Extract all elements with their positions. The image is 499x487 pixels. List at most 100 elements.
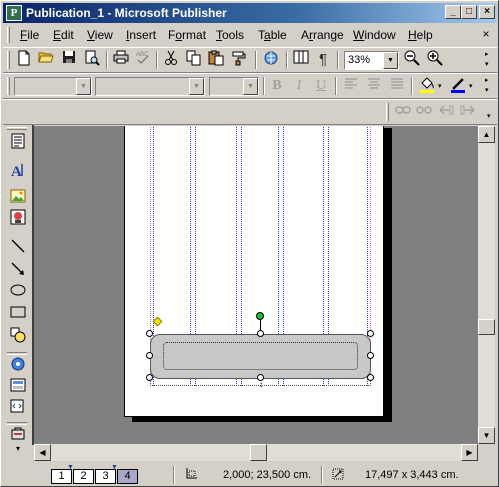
sizing-handle-top-left[interactable] bbox=[146, 330, 153, 337]
clip-art-icon[interactable] bbox=[8, 209, 28, 229]
horizontal-scrollbar[interactable]: ◀ ▶ bbox=[34, 444, 478, 461]
next-frame-icon[interactable] bbox=[458, 102, 478, 122]
menu-file[interactable]: File bbox=[20, 28, 39, 42]
rotation-handle[interactable] bbox=[256, 312, 264, 320]
line-tool-icon[interactable] bbox=[8, 238, 28, 258]
page-tab-4[interactable]: 4 bbox=[117, 469, 138, 484]
columns-icon[interactable] bbox=[291, 50, 311, 70]
scroll-left-icon[interactable]: ◀ bbox=[34, 444, 51, 461]
autoshapes-icon[interactable] bbox=[8, 327, 28, 347]
close-window-button[interactable]: × bbox=[479, 5, 495, 19]
maximize-button[interactable]: □ bbox=[461, 5, 477, 19]
copy-icon[interactable] bbox=[184, 50, 204, 70]
paste-icon[interactable] bbox=[206, 50, 226, 70]
sizing-handle-left[interactable] bbox=[146, 352, 153, 359]
horizontal-scroll-thumb[interactable] bbox=[250, 444, 267, 461]
print-icon[interactable] bbox=[111, 50, 131, 70]
save-icon[interactable] bbox=[59, 50, 79, 70]
sizing-handle-top[interactable] bbox=[257, 330, 264, 337]
style-select[interactable]: ▼ bbox=[14, 77, 92, 96]
scroll-up-icon[interactable]: ▲ bbox=[478, 126, 495, 143]
hot-spot-icon[interactable] bbox=[8, 356, 28, 376]
previous-frame-icon[interactable] bbox=[436, 102, 456, 122]
design-gallery-icon[interactable] bbox=[8, 426, 28, 446]
scroll-right-icon[interactable]: ▶ bbox=[461, 444, 478, 461]
vertical-scroll-thumb[interactable] bbox=[478, 319, 495, 335]
font-select[interactable]: ▼ bbox=[95, 77, 205, 96]
select-objects-icon[interactable] bbox=[8, 133, 28, 153]
menu-help[interactable]: Help bbox=[408, 28, 433, 42]
html-fragment-icon[interactable] bbox=[8, 398, 28, 418]
chevron-down-icon[interactable]: ▼ bbox=[383, 52, 398, 69]
toolbar-grip[interactable] bbox=[7, 77, 10, 95]
cut-icon[interactable] bbox=[161, 50, 181, 70]
align-left-icon[interactable] bbox=[341, 76, 361, 96]
italic-button[interactable]: I bbox=[289, 76, 309, 96]
font-size-select[interactable]: ▼ bbox=[209, 77, 259, 96]
toolbar-options-chevron-icon[interactable]: ▾ bbox=[485, 60, 489, 68]
more-buttons-icon[interactable]: ▾ bbox=[8, 444, 28, 456]
minimize-button[interactable]: _ bbox=[445, 5, 461, 19]
toolbar-options-chevron-icon[interactable]: ▾ bbox=[485, 86, 489, 94]
menu-arrange[interactable]: Arrange bbox=[301, 28, 344, 42]
justify-icon[interactable] bbox=[387, 76, 407, 96]
page-tab-3[interactable]: 3 bbox=[95, 469, 116, 484]
menubar-grip[interactable] bbox=[7, 27, 10, 43]
menu-window[interactable]: Window bbox=[353, 28, 396, 42]
publication-page[interactable]: ↕ bbox=[124, 126, 384, 417]
sizing-handle-bottom-left[interactable] bbox=[146, 374, 153, 381]
menu-table[interactable]: Table bbox=[258, 28, 287, 42]
underline-button[interactable]: U bbox=[311, 76, 331, 96]
rectangle-tool-icon[interactable] bbox=[8, 305, 28, 325]
toolbar-grip[interactable] bbox=[7, 51, 10, 69]
open-icon[interactable] bbox=[36, 50, 56, 70]
menu-edit[interactable]: Edit bbox=[53, 28, 74, 42]
page-tab-1[interactable]: 1 bbox=[51, 469, 72, 484]
sizing-handle-right[interactable] bbox=[367, 352, 374, 359]
title-bar[interactable]: P Publication_1 - Microsoft Publisher _ … bbox=[3, 3, 497, 23]
menu-insert[interactable]: Insert bbox=[126, 28, 156, 42]
menu-format[interactable]: Format bbox=[168, 28, 206, 42]
chevron-down-icon[interactable]: ▼ bbox=[76, 78, 91, 95]
format-painter-icon[interactable] bbox=[229, 50, 249, 70]
toolbar-options-icon[interactable]: ▸ bbox=[485, 76, 489, 84]
vertical-scrollbar[interactable]: ▲ ▼ bbox=[478, 126, 495, 444]
publication-workspace[interactable]: ↕ bbox=[34, 126, 478, 444]
pilcrow-icon[interactable]: ¶ bbox=[313, 50, 333, 70]
toolbar-grip[interactable] bbox=[7, 127, 27, 130]
create-link-icon[interactable] bbox=[393, 102, 413, 122]
page-tab-2[interactable]: 2 bbox=[73, 469, 94, 484]
spelling-icon[interactable]: ABC bbox=[133, 50, 153, 70]
insert-hyperlink-icon[interactable] bbox=[261, 50, 281, 70]
form-control-icon[interactable] bbox=[8, 377, 28, 397]
zoom-select[interactable]: 33% ▼ bbox=[344, 51, 399, 70]
toolbar-options-icon[interactable]: ▸ bbox=[485, 50, 489, 58]
toolbar-options-chevron-icon[interactable]: ▾ bbox=[487, 112, 491, 120]
sizing-handle-top-right[interactable] bbox=[367, 330, 374, 337]
new-icon[interactable] bbox=[14, 50, 34, 70]
fill-color-dropdown-icon[interactable]: ▾ bbox=[438, 82, 442, 90]
picture-frame-icon[interactable] bbox=[8, 188, 28, 208]
menu-tools[interactable]: Tools bbox=[216, 28, 244, 42]
rounded-rectangle-shape[interactable] bbox=[150, 334, 371, 379]
chevron-down-icon[interactable]: ▼ bbox=[243, 78, 258, 95]
line-color-dropdown-icon[interactable]: ▾ bbox=[469, 82, 473, 90]
oval-tool-icon[interactable] bbox=[8, 283, 28, 303]
adjust-handle[interactable] bbox=[152, 316, 163, 327]
fill-color-icon[interactable] bbox=[417, 76, 437, 96]
print-preview-icon[interactable] bbox=[82, 50, 102, 70]
text-box-icon[interactable]: A bbox=[8, 162, 28, 182]
scroll-down-icon[interactable]: ▼ bbox=[478, 427, 495, 444]
shape-text-area[interactable] bbox=[163, 342, 358, 370]
zoom-out-icon[interactable] bbox=[402, 50, 422, 70]
toolbar-grip[interactable] bbox=[386, 103, 389, 121]
arrow-tool-icon[interactable] bbox=[8, 261, 28, 281]
break-link-icon[interactable] bbox=[414, 102, 434, 122]
line-color-icon[interactable] bbox=[448, 76, 468, 96]
zoom-in-icon[interactable] bbox=[425, 50, 445, 70]
chevron-down-icon[interactable]: ▼ bbox=[189, 78, 204, 95]
close-document-icon[interactable]: × bbox=[479, 28, 493, 42]
publisher-app-icon[interactable]: P bbox=[6, 5, 22, 21]
bold-button[interactable]: B bbox=[267, 76, 287, 96]
sizing-handle-bottom-right[interactable] bbox=[367, 374, 374, 381]
